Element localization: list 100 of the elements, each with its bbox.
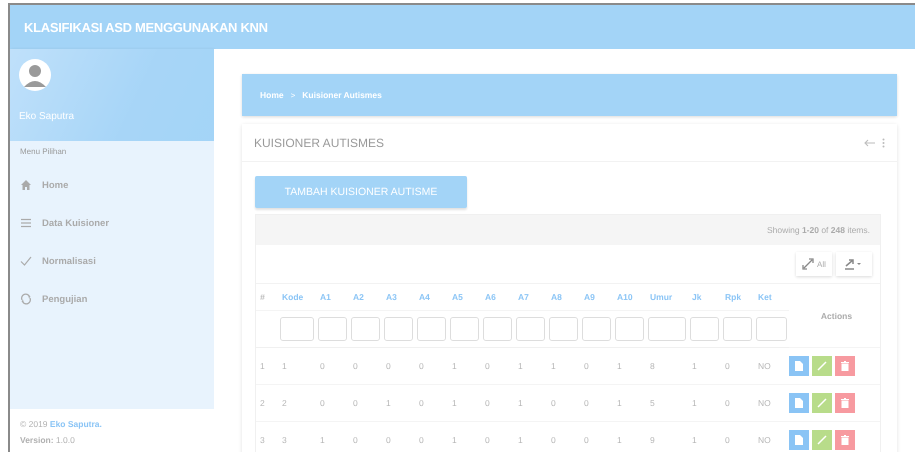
view-button[interactable] [789, 393, 809, 413]
table-cell: 2 [278, 384, 316, 422]
filter-field[interactable] [483, 317, 512, 341]
breadcrumb-link[interactable]: Kuisioner Autismes [302, 90, 382, 100]
trash-icon [841, 398, 849, 408]
filter-field[interactable] [615, 317, 644, 341]
document-icon [795, 398, 803, 408]
table-cell: 0 [316, 348, 349, 384]
check-icon [20, 255, 32, 267]
table-cell: 1 [613, 422, 646, 452]
table-cell: 1 [316, 422, 349, 452]
user-name: Eko Saputra [19, 111, 74, 122]
table-cell: 2 [256, 384, 278, 422]
breadcrumb-separator: > [290, 90, 296, 100]
avatar-icon [19, 59, 51, 91]
sort-link[interactable]: A10 [613, 284, 646, 310]
edit-button[interactable] [812, 430, 832, 450]
copyright-text: © 2019 Eko Saputra. [20, 418, 102, 428]
table-cell: 1 [448, 384, 481, 422]
table-cell: 0 [580, 348, 613, 384]
filter-field[interactable] [648, 317, 686, 341]
export-button[interactable] [836, 252, 872, 276]
filter-field[interactable] [516, 317, 545, 341]
edit-button[interactable] [812, 356, 832, 376]
menu-item[interactable]: Normalisasi [20, 242, 96, 280]
table-cell: 0 [316, 384, 349, 422]
sort-link[interactable]: A7 [514, 284, 547, 310]
filter-field[interactable] [351, 317, 380, 341]
table-cell: 1 [547, 348, 580, 384]
back-arrow-icon[interactable] [864, 138, 876, 146]
filter-field[interactable] [318, 317, 347, 341]
document-icon [795, 361, 803, 371]
view-button[interactable] [789, 356, 809, 376]
table-cell: 0 [415, 384, 448, 422]
sort-link[interactable]: A8 [547, 284, 580, 310]
table-cell: 0 [481, 384, 514, 422]
sort-link[interactable]: A3 [382, 284, 415, 310]
author-link[interactable]: Eko Saputra. [50, 418, 102, 428]
menu-item[interactable]: Pengujian [20, 280, 88, 318]
table-cell: 0 [415, 422, 448, 452]
sort-link[interactable]: Kode [278, 284, 316, 310]
table-cell: 3 [256, 422, 278, 452]
sort-link[interactable]: Rpk [721, 284, 754, 310]
list-icon [20, 217, 32, 229]
table-cell: 9 [646, 422, 688, 452]
sync-icon [20, 293, 32, 305]
export-icon [842, 258, 862, 270]
version-text: Version: 1.0.0 [20, 434, 75, 444]
table-cell: 0 [721, 422, 754, 452]
filter-field[interactable] [280, 317, 314, 341]
pencil-icon [817, 398, 827, 408]
toggle-all-button[interactable]: All [796, 252, 832, 276]
delete-button[interactable] [835, 356, 855, 376]
table-cell: 0 [349, 384, 382, 422]
table-cell: 8 [646, 348, 688, 384]
sort-link[interactable]: Umur [646, 284, 688, 310]
table-cell: 0 [349, 348, 382, 384]
table-cell: 1 [514, 422, 547, 452]
sort-link[interactable]: A4 [415, 284, 448, 310]
trash-icon [841, 361, 849, 371]
filter-field[interactable] [582, 317, 611, 341]
table-cell: 1 [514, 348, 547, 384]
sort-link[interactable]: A9 [580, 284, 613, 310]
table-cell: 0 [580, 384, 613, 422]
table-cell: 1 [688, 384, 721, 422]
filter-field[interactable] [690, 317, 719, 341]
table-cell: 0 [547, 422, 580, 452]
document-icon [795, 435, 803, 445]
table-cell: 1 [256, 348, 278, 384]
home-icon [20, 179, 32, 191]
filter-field[interactable] [384, 317, 413, 341]
breadcrumb-link[interactable]: Home [260, 90, 284, 100]
menu-item[interactable]: Data Kuisioner [20, 204, 110, 242]
sort-link[interactable]: Jk [688, 284, 721, 310]
sort-link[interactable]: Ket [754, 284, 789, 310]
add-button[interactable]: TAMBAH KUISIONER AUTISME [255, 176, 467, 208]
menu-heading: Menu Pilihan [20, 147, 66, 156]
more-icon[interactable] [882, 138, 885, 148]
sort-link[interactable]: A6 [481, 284, 514, 310]
trash-icon [841, 435, 849, 445]
delete-button[interactable] [835, 393, 855, 413]
menu-item[interactable]: Home [20, 166, 68, 204]
sort-link[interactable]: A5 [448, 284, 481, 310]
filter-field[interactable] [417, 317, 446, 341]
sort-link[interactable]: A1 [316, 284, 349, 310]
table-cell: 0 [382, 348, 415, 384]
column-header: # [256, 284, 278, 310]
table-cell: 0 [415, 348, 448, 384]
filter-field[interactable] [756, 317, 787, 341]
table-cell: 1 [514, 384, 547, 422]
delete-button[interactable] [835, 430, 855, 450]
table-cell: 5 [646, 384, 688, 422]
sort-link[interactable]: A2 [349, 284, 382, 310]
table-cell: 0 [481, 348, 514, 384]
edit-button[interactable] [812, 393, 832, 413]
view-button[interactable] [789, 430, 809, 450]
pencil-icon [817, 361, 827, 371]
filter-field[interactable] [723, 317, 752, 341]
filter-field[interactable] [450, 317, 479, 341]
filter-field[interactable] [549, 317, 578, 341]
